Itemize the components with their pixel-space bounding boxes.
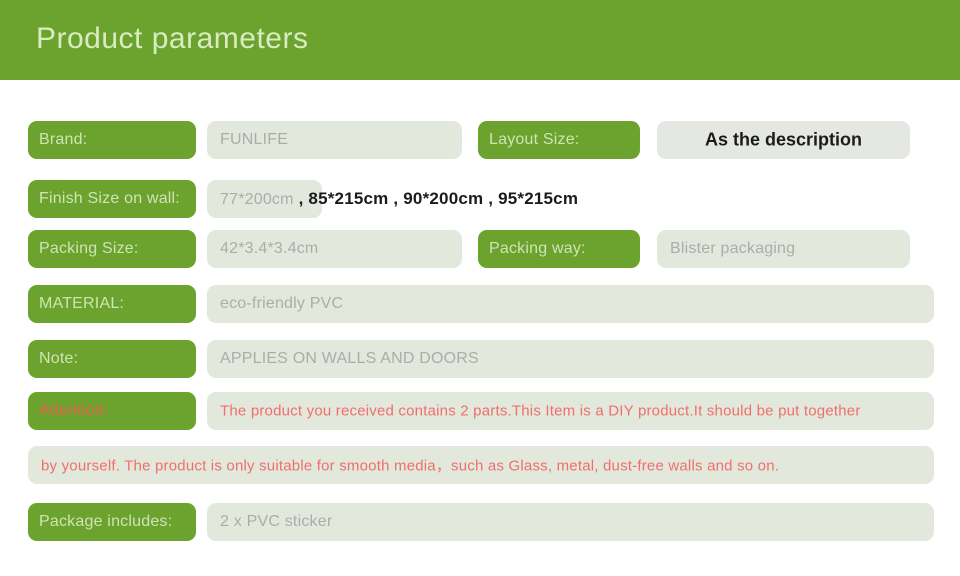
value-layout-size-text: As the description (704, 129, 863, 150)
label-packing-size: Packing Size: (28, 230, 196, 268)
value-attention-line2-text: by yourself. The product is only suitabl… (41, 457, 780, 475)
label-brand: Brand: (28, 121, 196, 159)
value-finish-size-rest: , 85*215cm , 90*200cm , 95*215cm (293, 189, 579, 208)
label-package-includes: Package includes: (28, 503, 196, 541)
value-packing-way: Blister packaging (657, 230, 910, 268)
label-finish-size: Finish Size on wall: (28, 180, 196, 218)
value-attention-line2: by yourself. The product is only suitabl… (28, 446, 934, 484)
label-finish-size-text: Finish Size on wall: (39, 190, 180, 207)
label-layout-size-text: Layout Size: (489, 131, 580, 148)
value-material-text: eco-friendly PVC (220, 295, 344, 312)
value-brand-text: FUNLIFE (220, 131, 289, 148)
label-packing-way-text: Packing way: (489, 240, 586, 257)
value-finish-size-text: 77*200cm , 85*215cm , 90*200cm , 95*215c… (220, 189, 578, 209)
value-finish-size: 77*200cm , 85*215cm , 90*200cm , 95*215c… (207, 180, 578, 218)
value-package-includes: 2 x PVC sticker (207, 503, 934, 541)
label-package-includes-text: Package includes: (39, 513, 173, 530)
value-packing-size-text: 42*3.4*3.4cm (220, 240, 319, 257)
value-note-text: APPLIES ON WALLS AND DOORS (220, 350, 479, 367)
label-brand-text: Brand: (39, 131, 88, 148)
label-attention: Attention: (28, 392, 196, 430)
value-package-includes-text: 2 x PVC sticker (220, 513, 333, 530)
value-finish-size-first: 77*200cm (220, 191, 294, 208)
value-material: eco-friendly PVC (207, 285, 934, 323)
label-attention-text: Attention: (39, 402, 109, 419)
label-layout-size: Layout Size: (478, 121, 640, 159)
label-packing-size-text: Packing Size: (39, 240, 139, 257)
product-parameters-page: Product parameters Brand: FUNLIFE Layout… (0, 0, 960, 576)
value-packing-size: 42*3.4*3.4cm (207, 230, 462, 268)
label-note-text: Note: (39, 350, 79, 367)
page-header: Product parameters (0, 0, 960, 80)
value-packing-way-text: Blister packaging (670, 240, 796, 257)
label-packing-way: Packing way: (478, 230, 640, 268)
label-material-text: MATERIAL: (39, 295, 125, 312)
value-attention-line1: The product you received contains 2 part… (207, 392, 934, 430)
value-attention-line1-text: The product you received contains 2 part… (220, 402, 861, 420)
value-brand: FUNLIFE (207, 121, 462, 159)
label-note: Note: (28, 340, 196, 378)
value-layout-size: As the description (657, 121, 910, 159)
label-material: MATERIAL: (28, 285, 196, 323)
page-title: Product parameters (36, 22, 309, 55)
value-note: APPLIES ON WALLS AND DOORS (207, 340, 934, 378)
